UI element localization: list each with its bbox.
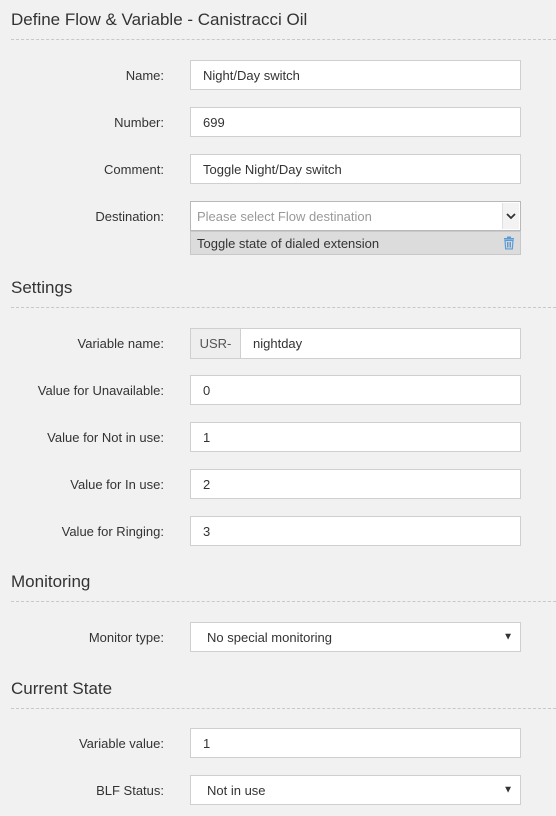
variable-name-label: Variable name:: [77, 336, 164, 351]
in-use-input[interactable]: 2: [190, 469, 521, 499]
monitor-type-label: Monitor type:: [88, 630, 164, 645]
destination-selected-label: Toggle state of dialed extension: [197, 235, 380, 251]
not-in-use-input[interactable]: 1: [190, 422, 521, 452]
variable-name-input[interactable]: nightday: [241, 329, 520, 358]
name-input[interactable]: Night/Day switch: [190, 60, 521, 90]
comment-label: Comment:: [104, 162, 164, 177]
unavailable-label: Value for Unavailable:: [37, 383, 164, 398]
ringing-value: 3: [203, 523, 211, 539]
unavailable-value: 0: [203, 382, 211, 398]
monitor-type-value: No special monitoring: [207, 629, 333, 645]
chevron-down-icon[interactable]: [502, 203, 519, 229]
ringing-label: Value for Ringing:: [61, 524, 164, 539]
caret-down-icon: ▼: [503, 784, 513, 796]
in-use-label: Value for In use:: [70, 477, 164, 492]
unavailable-input[interactable]: 0: [190, 375, 521, 405]
section-divider: [11, 39, 556, 40]
name-value: Night/Day switch: [203, 67, 300, 83]
number-label: Number:: [114, 115, 164, 130]
not-in-use-value: 1: [203, 429, 211, 445]
monitor-type-select[interactable]: No special monitoring ▼: [190, 622, 521, 652]
section-divider: [11, 307, 556, 308]
blf-status-select[interactable]: Not in use ▼: [190, 775, 521, 805]
blf-status-label: BLF Status:: [96, 783, 164, 798]
section-divider: [11, 708, 556, 709]
destination-selected-item: Toggle state of dialed extension: [190, 231, 521, 255]
caret-down-icon: ▼: [503, 631, 513, 643]
variable-name-value: nightday: [253, 336, 303, 351]
variable-value-input[interactable]: 1: [190, 728, 521, 758]
section-divider: [11, 601, 556, 602]
destination-label: Destination:: [95, 209, 164, 224]
variable-value-label: Variable value:: [78, 736, 164, 751]
destination-placeholder: Please select Flow destination: [197, 208, 372, 224]
in-use-value: 2: [203, 476, 211, 492]
blf-status-value: Not in use: [207, 782, 266, 798]
variable-name-input-group: USR- nightday: [190, 328, 521, 359]
number-value: 699: [203, 114, 225, 130]
comment-value: Toggle Night/Day switch: [203, 161, 342, 177]
trash-icon[interactable]: [503, 236, 515, 250]
name-label: Name:: [125, 68, 164, 83]
not-in-use-label: Value for Not in use:: [47, 430, 164, 445]
destination-select[interactable]: Please select Flow destination: [190, 201, 521, 231]
variable-prefix-addon: USR-: [191, 329, 241, 358]
monitoring-title: Monitoring: [11, 572, 91, 591]
comment-input[interactable]: Toggle Night/Day switch: [190, 154, 521, 184]
settings-title: Settings: [11, 278, 73, 297]
current-state-title: Current State: [11, 679, 113, 698]
ringing-input[interactable]: 3: [190, 516, 521, 546]
number-input[interactable]: 699: [190, 107, 521, 137]
page-title: Define Flow & Variable - Canistracci Oil: [11, 10, 308, 29]
variable-value: 1: [203, 735, 211, 751]
